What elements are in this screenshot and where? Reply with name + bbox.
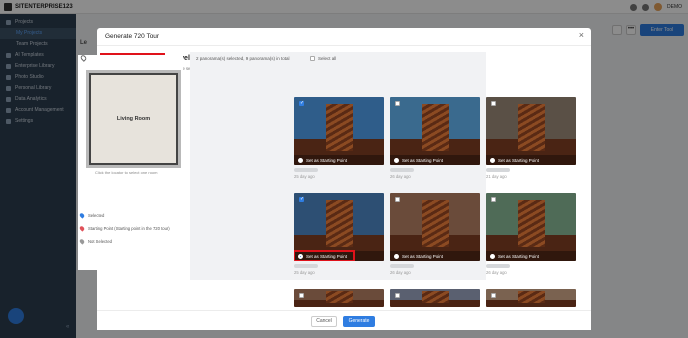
cancel-button[interactable]: Cancel	[311, 316, 337, 327]
select-all[interactable]: Select all	[310, 56, 336, 61]
panorama-summary: 2 panorama(s) selected, 9 panorama(s) in…	[196, 56, 290, 61]
legend-item: Starting Point (Starting point in the 72…	[78, 225, 170, 232]
set-starting-point-label: Set as Starting Point	[498, 253, 540, 259]
location-pin-icon	[78, 212, 86, 219]
panorama-checkbox[interactable]	[395, 197, 400, 202]
panorama-checkbox[interactable]	[491, 101, 496, 106]
panorama-name-blurred	[294, 168, 318, 172]
panorama-thumbnail[interactable]: Set as Starting Point	[390, 97, 480, 165]
legend-item: Not Selected	[78, 238, 112, 245]
panorama-checkbox[interactable]	[491, 293, 496, 298]
panorama-name-blurred	[390, 264, 414, 268]
set-starting-point-radio[interactable]: Set as Starting Point	[486, 155, 576, 165]
panorama-thumbnail[interactable]: Set as Starting Point	[294, 97, 384, 165]
panorama-card[interactable]: Set as Starting Point 21 day ago	[486, 97, 576, 179]
radio-icon[interactable]	[490, 253, 495, 259]
panorama-card[interactable]	[294, 289, 384, 307]
legend-label: Selected	[88, 213, 105, 218]
select-all-label: Select all	[318, 56, 337, 61]
panorama-thumbnail[interactable]: Set as Starting Point	[390, 193, 480, 261]
panorama-thumbnail[interactable]	[390, 289, 480, 307]
panorama-timestamp: 21 day ago	[486, 174, 507, 179]
panorama-checkbox[interactable]	[299, 196, 304, 202]
panorama-card[interactable]: Set as Starting Point 26 day ago	[390, 193, 480, 275]
set-starting-point-radio[interactable]: Set as Starting Point	[294, 155, 384, 165]
panorama-checkbox[interactable]	[395, 101, 400, 106]
panorama-timestamp: 26 day ago	[486, 270, 507, 275]
panorama-checkbox[interactable]	[395, 293, 400, 298]
panorama-card[interactable]: Set as Starting Point 26 day ago	[390, 97, 480, 179]
radio-icon[interactable]	[490, 157, 495, 163]
highlight-box	[294, 250, 355, 261]
panorama-checkbox[interactable]	[491, 197, 496, 202]
room-living-room[interactable]: Living Room	[89, 73, 178, 165]
panorama-timestamp: 26 day ago	[390, 174, 411, 179]
floor-plan[interactable]: Living Room	[86, 70, 181, 168]
legend-label: Starting Point (Starting point in the 72…	[88, 226, 170, 231]
location-pin-icon	[78, 225, 86, 232]
dialog-footer: Cancel Generate	[97, 310, 591, 330]
panorama-card[interactable]: Set as Starting Point 25 day ago	[294, 97, 384, 179]
panorama-name-blurred	[294, 264, 318, 268]
panorama-name-blurred	[486, 168, 510, 172]
panorama-name-blurred	[390, 168, 414, 172]
generate-button[interactable]: Generate	[343, 316, 375, 327]
set-starting-point-radio[interactable]: Set as Starting Point	[390, 251, 480, 261]
set-starting-point-label: Set as Starting Point	[402, 157, 444, 163]
panorama-thumbnail[interactable]: Set as Starting Point	[294, 193, 384, 261]
close-icon[interactable]: ×	[579, 31, 584, 40]
legend-label: Not Selected	[88, 239, 112, 244]
panorama-card[interactable]: Set as Starting Point 26 day ago	[486, 193, 576, 275]
location-pin-icon	[78, 238, 86, 245]
legend-item: Selected	[78, 212, 105, 219]
set-starting-point-label: Set as Starting Point	[306, 157, 348, 163]
select-all-checkbox[interactable]	[310, 56, 315, 61]
panorama-thumbnail[interactable]	[486, 289, 576, 307]
set-starting-point-label: Set as Starting Point	[498, 157, 540, 163]
panorama-timestamp: 25 day ago	[294, 270, 315, 275]
panorama-card[interactable]	[390, 289, 480, 307]
room-label: Living Room	[116, 116, 151, 122]
dialog-header: Generate 720 Tour ×	[97, 28, 591, 46]
panorama-thumbnail[interactable]: Set as Starting Point	[486, 97, 576, 165]
dialog-title: Generate 720 Tour	[105, 33, 160, 40]
radio-icon[interactable]	[394, 157, 399, 163]
set-starting-point-radio[interactable]: Set as Starting Point	[486, 251, 576, 261]
radio-icon[interactable]	[394, 253, 399, 259]
panorama-checkbox[interactable]	[299, 293, 304, 298]
panorama-timestamp: 25 day ago	[294, 174, 315, 179]
set-starting-point-label: Set as Starting Point	[402, 253, 444, 259]
panorama-thumbnail[interactable]: Set as Starting Point	[486, 193, 576, 261]
panorama-card[interactable]: Set as Starting Point 25 day ago	[294, 193, 384, 275]
panorama-name-blurred	[486, 264, 510, 268]
panorama-card[interactable]	[486, 289, 576, 307]
set-starting-point-radio[interactable]: Set as Starting Point	[390, 155, 480, 165]
panorama-thumbnail[interactable]	[294, 289, 384, 307]
radio-icon[interactable]	[298, 157, 303, 163]
panorama-timestamp: 26 day ago	[390, 270, 411, 275]
panorama-checkbox[interactable]	[299, 100, 304, 106]
floor-plan-hint: Click the locator to select one room	[95, 170, 158, 175]
